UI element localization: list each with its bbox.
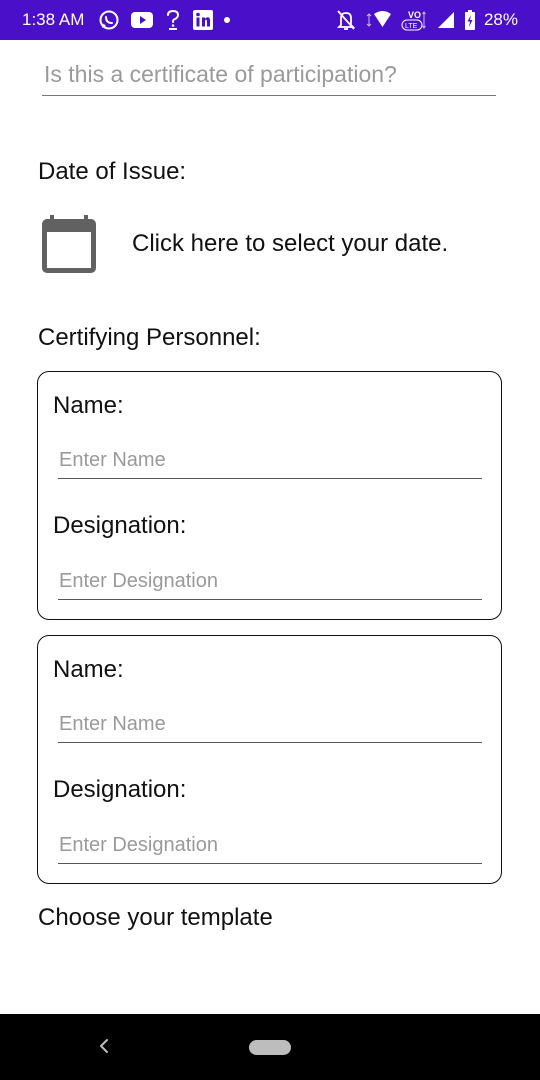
volte-bottom-text: LTE <box>405 23 418 30</box>
status-left: 1:38 AM <box>22 9 231 31</box>
name-input-2[interactable] <box>58 707 482 743</box>
choose-template-label: Choose your template <box>38 904 273 931</box>
designation-label: Designation: <box>53 512 187 539</box>
name-label: Name: <box>53 392 124 419</box>
volte-icon: VO LTE <box>400 8 428 32</box>
battery-percentage: 28% <box>483 10 518 29</box>
signal-icon <box>436 10 456 30</box>
participation-question-input[interactable] <box>42 54 496 96</box>
question-icon <box>164 9 182 31</box>
certificate-form: Date of Issue: Click here to select your… <box>0 40 540 1014</box>
volte-top-text: VO <box>408 10 421 20</box>
select-date-text: Click here to select your date. <box>132 230 449 257</box>
designation-label: Designation: <box>53 776 187 803</box>
name-label: Name: <box>53 656 124 683</box>
whatsapp-icon <box>98 9 120 31</box>
battery-charging-icon <box>464 9 476 31</box>
personnel-card-2: Name: Designation: <box>37 635 502 884</box>
date-of-issue-label: Date of Issue: <box>38 158 187 185</box>
notifications-off-icon <box>336 9 356 31</box>
status-time: 1:38 AM <box>22 10 85 29</box>
designation-input-2[interactable] <box>58 828 482 864</box>
home-pill[interactable] <box>249 1040 291 1055</box>
designation-input-1[interactable] <box>58 564 482 600</box>
navigation-bar <box>0 1014 540 1080</box>
youtube-icon <box>130 11 154 29</box>
status-bar: 1:38 AM VO LTE 28% <box>0 0 540 40</box>
status-right: VO LTE 28% <box>336 8 518 32</box>
personnel-card-1: Name: Designation: <box>37 371 502 620</box>
certifying-personnel-label: Certifying Personnel: <box>38 324 261 351</box>
back-icon[interactable] <box>94 1034 114 1058</box>
notification-dot <box>224 17 231 23</box>
wifi-icon <box>364 10 392 30</box>
date-picker-button[interactable]: Click here to select your date. <box>40 212 510 276</box>
name-input-1[interactable] <box>58 443 482 479</box>
linkedin-icon <box>192 9 214 31</box>
calendar-icon <box>42 215 96 273</box>
